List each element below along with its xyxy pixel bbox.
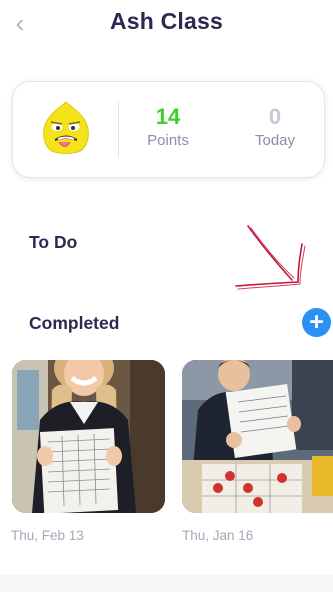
- page-title: Ash Class: [109, 8, 223, 34]
- completed-photo-2[interactable]: [182, 360, 333, 513]
- completed-heading: Completed: [29, 313, 120, 333]
- completed-date: Thu, Feb 13: [11, 528, 84, 543]
- today-stat: 0 Today: [235, 104, 315, 149]
- points-label: Points: [147, 132, 189, 149]
- points-stat: 14 Points: [128, 104, 208, 149]
- header: ‹ Ash Class: [0, 0, 333, 44]
- plus-icon[interactable]: +: [302, 308, 331, 337]
- completed-photo-1[interactable]: [12, 360, 165, 513]
- footer-strip: [0, 575, 333, 592]
- todo-heading: To Do: [29, 232, 78, 252]
- points-value: 14: [155, 104, 181, 129]
- today-value: 0: [268, 104, 282, 129]
- today-label: Today: [254, 132, 296, 149]
- completed-date: Thu, Jan 16: [182, 528, 254, 543]
- divider: [118, 102, 119, 158]
- avatar[interactable]: [37, 99, 95, 157]
- points-summary-card: 14 Points 0 Today: [12, 81, 325, 178]
- annotation-arrow-icon: [235, 225, 306, 290]
